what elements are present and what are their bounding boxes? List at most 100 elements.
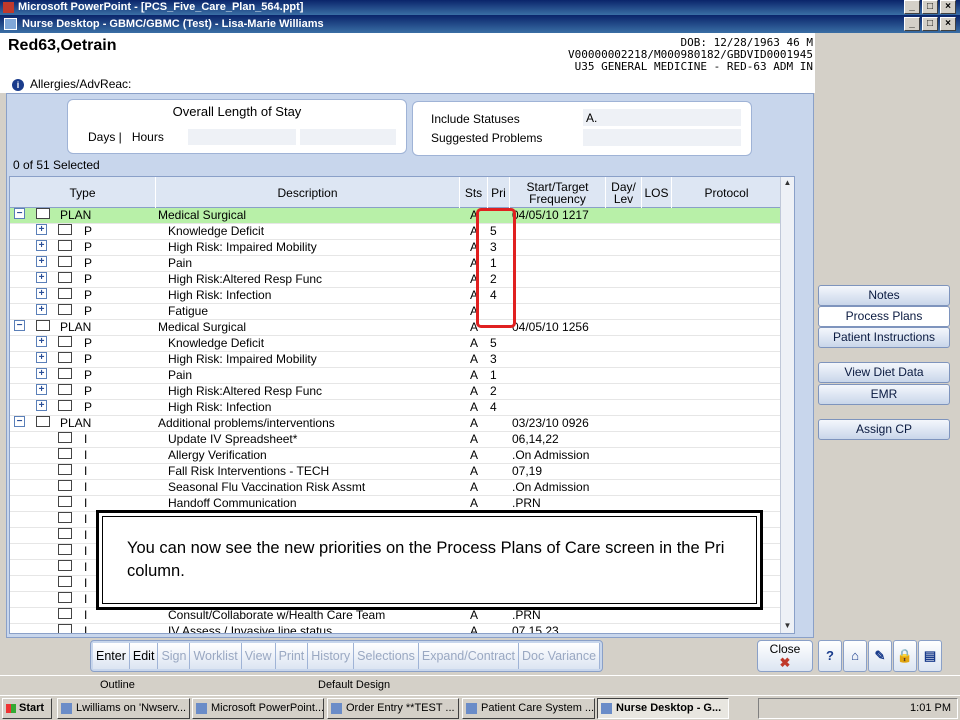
toolbar-button[interactable]: View [241,643,276,669]
taskbar-item[interactable]: Patient Care System ... [462,698,595,719]
row-checkbox[interactable] [58,272,72,283]
collapse-icon[interactable]: − [14,208,25,219]
close-icon[interactable]: × [940,17,956,31]
list-icon[interactable]: ▤ [918,640,942,672]
collapse-icon[interactable]: − [14,416,25,427]
side-button[interactable]: View Diet Data [818,362,950,383]
row-checkbox[interactable] [58,400,72,411]
expand-icon[interactable]: + [36,368,47,379]
home-icon[interactable]: ⌂ [843,640,867,672]
row-checkbox[interactable] [58,480,72,491]
table-row[interactable]: I Update IV Spreadsheet* A 06,14,22 [10,432,794,448]
side-button[interactable]: Notes [818,285,950,306]
column-header[interactable]: Day/ Lev [606,177,642,208]
table-row[interactable]: − PLAN Medical Surgical A 04/05/10 1256 [10,320,794,336]
table-row[interactable]: + P Knowledge Deficit A 5 [10,224,794,240]
row-checkbox[interactable] [58,384,72,395]
table-row[interactable]: I IV Assess / Invasive line status A 07,15,… [10,624,794,633]
row-checkbox[interactable] [58,624,72,633]
minimize-icon[interactable]: _ [904,17,920,31]
table-row[interactable]: − PLAN Additional problems/interventions A 0… [10,416,794,432]
toolbar-button[interactable]: Selections [354,643,419,669]
side-button[interactable]: EMR [818,384,950,405]
expand-icon[interactable]: + [36,256,47,267]
table-row[interactable]: + P High Risk: Impaired Mobility A 3 [10,240,794,256]
toolbar-button[interactable]: Sign [158,643,191,669]
row-checkbox[interactable] [58,352,72,363]
close-button[interactable]: Close ✖ [757,640,813,672]
row-checkbox[interactable] [58,464,72,475]
allergies[interactable]: i Allergies/AdvReac: [12,77,131,91]
include-statuses-value[interactable]: A. [583,109,741,126]
help-icon[interactable]: ? [818,640,842,672]
row-checkbox[interactable] [58,368,72,379]
table-row[interactable]: + P Pain A 1 [10,368,794,384]
close-icon[interactable]: × [940,0,956,14]
table-row[interactable]: − PLAN Medical Surgical A 04/05/10 1217 [10,208,794,224]
row-checkbox[interactable] [58,224,72,235]
column-header[interactable]: Start/Target Frequency [510,177,606,208]
expand-icon[interactable]: + [36,288,47,299]
row-checkbox[interactable] [58,288,72,299]
row-checkbox[interactable] [58,576,72,587]
expand-icon[interactable]: + [36,304,47,315]
row-checkbox[interactable] [58,304,72,315]
toolbar-button[interactable]: Expand/Contract [418,643,519,669]
expand-icon[interactable]: + [36,336,47,347]
row-checkbox[interactable] [58,448,72,459]
expand-icon[interactable]: + [36,384,47,395]
side-button[interactable]: Process Plans [818,306,950,327]
table-row[interactable]: I Seasonal Flu Vaccination Risk Assmt A .On… [10,480,794,496]
scroll-up-icon[interactable]: ▲ [782,178,793,189]
row-checkbox[interactable] [36,208,50,219]
maximize-icon[interactable]: □ [922,17,938,31]
edit-icon[interactable]: ✎ [868,640,892,672]
table-row[interactable]: + P High Risk: Infection A 4 [10,288,794,304]
expand-icon[interactable]: + [36,352,47,363]
row-checkbox[interactable] [58,496,72,507]
toolbar-button[interactable]: History [308,643,355,669]
table-row[interactable]: + P High Risk: Infection A 4 [10,400,794,416]
column-header[interactable]: Pri [488,177,510,208]
table-row[interactable]: I Consult/Collaborate w/Health Care Team A… [10,608,794,624]
taskbar-item[interactable]: Nurse Desktop - G... [597,698,729,719]
side-button[interactable]: Assign CP [818,419,950,440]
row-checkbox[interactable] [58,528,72,539]
row-checkbox[interactable] [36,320,50,331]
start-button[interactable]: Start [2,698,52,719]
row-checkbox[interactable] [58,240,72,251]
toolbar-button[interactable]: Doc Variance [518,643,601,669]
row-checkbox[interactable] [58,592,72,603]
taskbar-item[interactable]: Order Entry **TEST ... [327,698,459,719]
row-checkbox[interactable] [58,432,72,443]
row-checkbox[interactable] [58,336,72,347]
row-checkbox[interactable] [58,560,72,571]
grid-scrollbar[interactable]: ▲ ▼ [780,177,794,633]
lock-icon[interactable]: 🔒 [893,640,917,672]
row-checkbox[interactable] [36,416,50,427]
table-row[interactable]: + P High Risk: Impaired Mobility A 3 [10,352,794,368]
scroll-down-icon[interactable]: ▼ [782,621,793,632]
taskbar-item[interactable]: Microsoft PowerPoint... [192,698,324,719]
table-row[interactable]: I Allergy Verification A .On Admission [10,448,794,464]
expand-icon[interactable]: + [36,224,47,235]
table-row[interactable]: + P Pain A 1 [10,256,794,272]
side-button[interactable]: Patient Instructions [818,327,950,348]
suggested-problems-value[interactable] [583,129,741,146]
toolbar-button[interactable]: Worklist [190,643,242,669]
collapse-icon[interactable]: − [14,320,25,331]
column-header[interactable]: Description [156,177,460,208]
row-checkbox[interactable] [58,512,72,523]
table-row[interactable]: I Fall Risk Interventions - TECH A 07,19 [10,464,794,480]
expand-icon[interactable]: + [36,240,47,251]
table-row[interactable]: + P Knowledge Deficit A 5 [10,336,794,352]
outline-label[interactable]: Outline [100,679,135,691]
table-row[interactable]: + P High Risk:Altered Resp Func A 2 [10,384,794,400]
toolbar-button[interactable]: Edit [129,643,159,669]
expand-icon[interactable]: + [36,400,47,411]
row-checkbox[interactable] [58,544,72,555]
column-header[interactable]: LOS [642,177,672,208]
table-row[interactable]: + P High Risk:Altered Resp Func A 2 [10,272,794,288]
expand-icon[interactable]: + [36,272,47,283]
maximize-icon[interactable]: □ [922,0,938,14]
